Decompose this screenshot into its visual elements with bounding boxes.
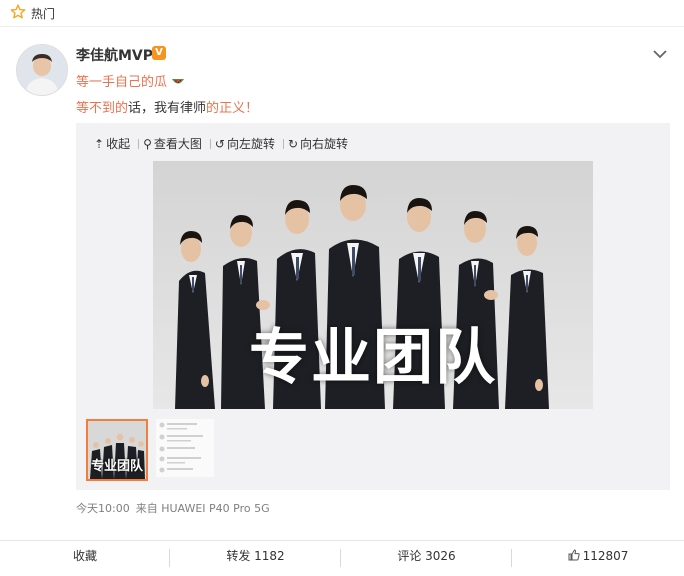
rotate-left-icon: ↺	[214, 137, 225, 151]
view-large-button[interactable]: ⚲ 查看大图	[143, 135, 202, 152]
favorite-label: 收藏	[72, 549, 97, 563]
search-icon: ⚲	[143, 137, 152, 151]
collapse-label: 收起	[106, 137, 131, 151]
post-meta: 今天10:00 来自 HUAWEI P40 Pro 5G	[76, 500, 276, 516]
like-count: 112807	[582, 549, 629, 563]
rotate-left-button[interactable]: ↺ 向左旋转	[215, 135, 275, 152]
collapse-button[interactable]: ⇡ 收起	[94, 135, 130, 152]
media-toolbar: ⇡ 收起 ⚲ 查看大图 ↺ 向左旋转 ↻ 向右旋转	[94, 135, 352, 152]
thumbnail-caption: 专业团队	[90, 459, 143, 474]
divider	[138, 139, 140, 149]
thumbnail-document	[156, 419, 214, 477]
rotate-left-label: 向左旋转	[226, 137, 275, 151]
repost-button[interactable]: 转发 1182	[170, 541, 341, 576]
melon-emoji-icon	[172, 79, 185, 84]
text-seg: 话，我有律师	[128, 101, 207, 116]
text-seg: 等不到	[76, 101, 116, 116]
image-caption: 专业团队	[249, 323, 497, 393]
rotate-right-label: 向右旋转	[300, 137, 349, 151]
text-seg: 的	[115, 101, 129, 116]
post-text-line1-content: 等一手自己的瓜	[76, 75, 168, 90]
divider	[209, 139, 211, 149]
username[interactable]: 李佳航MVP	[76, 45, 153, 65]
chevron-down-icon[interactable]	[652, 48, 668, 60]
rotate-right-button[interactable]: ↻ 向右旋转	[288, 135, 348, 152]
comment-button[interactable]: 评论 3026	[341, 541, 512, 576]
thumbnail-1[interactable]: 专业团队	[86, 419, 148, 481]
thumbnail-2[interactable]	[156, 419, 214, 477]
action-bar: 收藏 转发 1182 评论 3026 112807	[0, 540, 684, 576]
post-text-line1: 等一手自己的瓜	[76, 71, 185, 90]
comment-label: 评论 3026	[397, 549, 456, 563]
text-seg: 的	[206, 101, 220, 116]
media-panel: ⇡ 收起 ⚲ 查看大图 ↺ 向左旋转 ↻ 向右旋转 专业团队 专业团队	[76, 123, 670, 490]
rotate-right-icon: ↻	[287, 137, 299, 151]
collapse-icon: ⇡	[94, 137, 105, 151]
repost-label: 转发 1182	[226, 549, 285, 563]
post-text-line2: 等不到的话，我有律师的正义！	[76, 97, 258, 116]
post-image[interactable]: 专业团队	[153, 161, 593, 409]
post-source: 来自 HUAWEI P40 Pro 5G	[135, 502, 270, 515]
like-button[interactable]: 112807	[512, 541, 684, 576]
star-icon	[10, 4, 26, 19]
avatar[interactable]	[16, 44, 68, 96]
hot-label[interactable]: 热门	[31, 5, 55, 22]
favorite-button[interactable]: 收藏	[0, 541, 170, 576]
v-badge-icon: V	[152, 46, 166, 60]
top-bar: 热门	[0, 0, 684, 27]
post-time[interactable]: 今天10:00	[76, 502, 130, 515]
divider	[282, 139, 284, 149]
text-seg: 正义！	[219, 101, 259, 116]
thumbs-up-icon	[568, 549, 580, 561]
view-large-label: 查看大图	[153, 137, 202, 151]
